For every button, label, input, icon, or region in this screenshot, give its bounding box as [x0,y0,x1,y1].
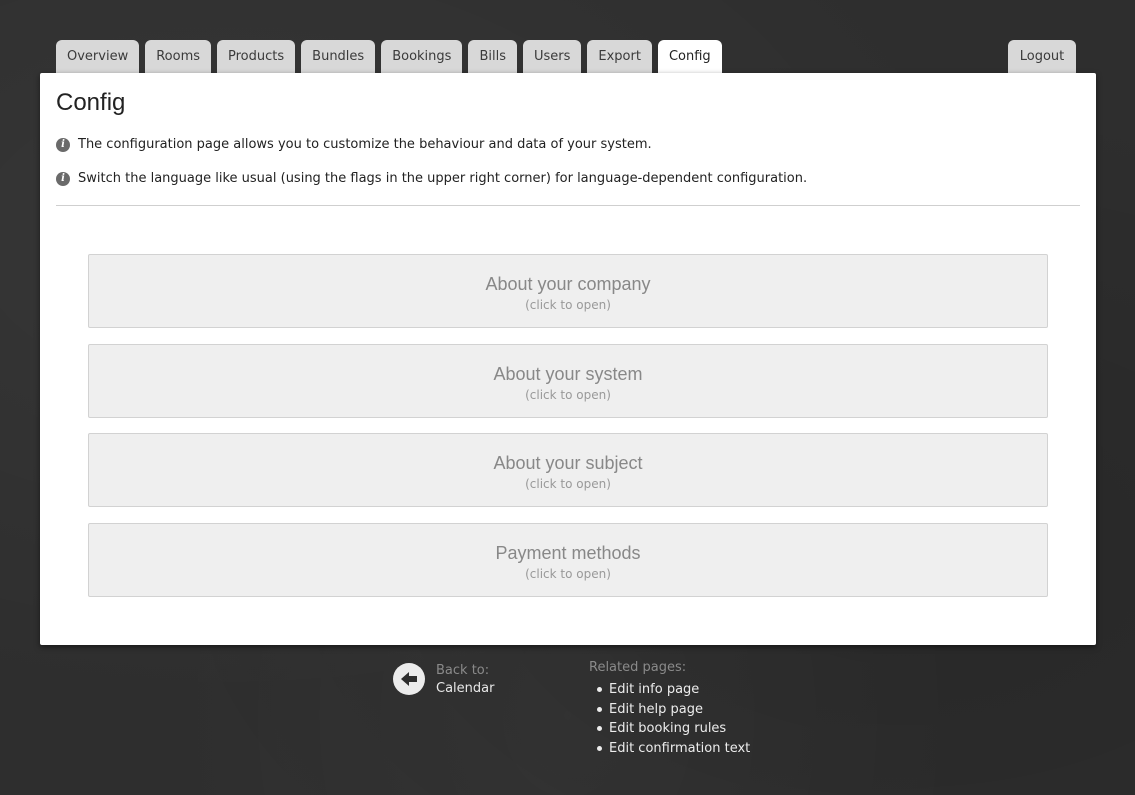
logout-button[interactable]: Logout [1008,40,1076,73]
config-panel: Config i The configuration page allows y… [40,73,1096,645]
section-about-system[interactable]: About your system (click to open) [88,344,1048,418]
related-link-label[interactable]: Edit confirmation text [609,741,750,756]
page-title: Config [56,89,126,116]
related-link-info-page[interactable]: Edit info page [589,680,750,700]
section-hint: (click to open) [525,477,611,491]
related-pages: Related pages: Edit info page Edit help … [589,660,750,759]
info-icon: i [56,137,70,152]
section-title: Payment methods [495,543,641,563]
back-text: Back to: Calendar [436,662,494,698]
info-icon: i [56,171,70,186]
tab-export[interactable]: Export [587,40,652,73]
tab-users[interactable]: Users [522,40,582,73]
tab-overview[interactable]: Overview [56,40,140,73]
bullet [597,687,602,692]
arrow-left-icon[interactable] [393,663,425,695]
bullet [597,746,602,752]
tab-products[interactable]: Products [217,40,296,73]
section-hint: (click to open) [525,388,611,402]
related-link-label[interactable]: Edit info page [609,682,699,697]
main-nav-tabs: Overview Rooms Products Bundles Bookings… [56,40,728,75]
back-label: Back to: [436,663,490,678]
related-link-label[interactable]: Edit help page [609,702,703,717]
info-line-2: i Switch the language like usual (using … [56,171,807,186]
tab-rooms[interactable]: Rooms [145,40,212,73]
tab-bookings[interactable]: Bookings [381,40,463,73]
related-link-confirmation-text[interactable]: Edit confirmation text [589,739,750,759]
section-title: About your subject [493,453,643,473]
info-text: The configuration page allows you to cus… [78,137,652,152]
section-title: About your company [485,274,651,294]
related-link-label[interactable]: Edit booking rules [609,721,726,736]
info-line-1: i The configuration page allows you to c… [56,137,652,152]
section-about-subject[interactable]: About your subject (click to open) [88,433,1048,507]
section-title: About your system [493,364,643,384]
tab-bills[interactable]: Bills [468,40,517,73]
divider [56,205,1080,206]
section-about-company[interactable]: About your company (click to open) [88,254,1048,328]
info-text: Switch the language like usual (using th… [78,171,808,186]
section-hint: (click to open) [525,298,611,312]
back-target-link[interactable]: Calendar [436,680,494,698]
related-link-booking-rules[interactable]: Edit booking rules [589,719,750,739]
tab-bundles[interactable]: Bundles [301,40,376,73]
bullet [597,706,602,712]
bullet [597,726,602,732]
back-link[interactable]: Back to: Calendar [393,662,494,698]
related-list: Edit info page Edit help page Edit booki… [589,680,750,759]
related-link-help-page[interactable]: Edit help page [589,700,750,720]
related-heading: Related pages: [589,660,687,675]
section-payment-methods[interactable]: Payment methods (click to open) [88,523,1048,597]
tab-config[interactable]: Config [657,40,722,75]
section-hint: (click to open) [525,567,611,581]
